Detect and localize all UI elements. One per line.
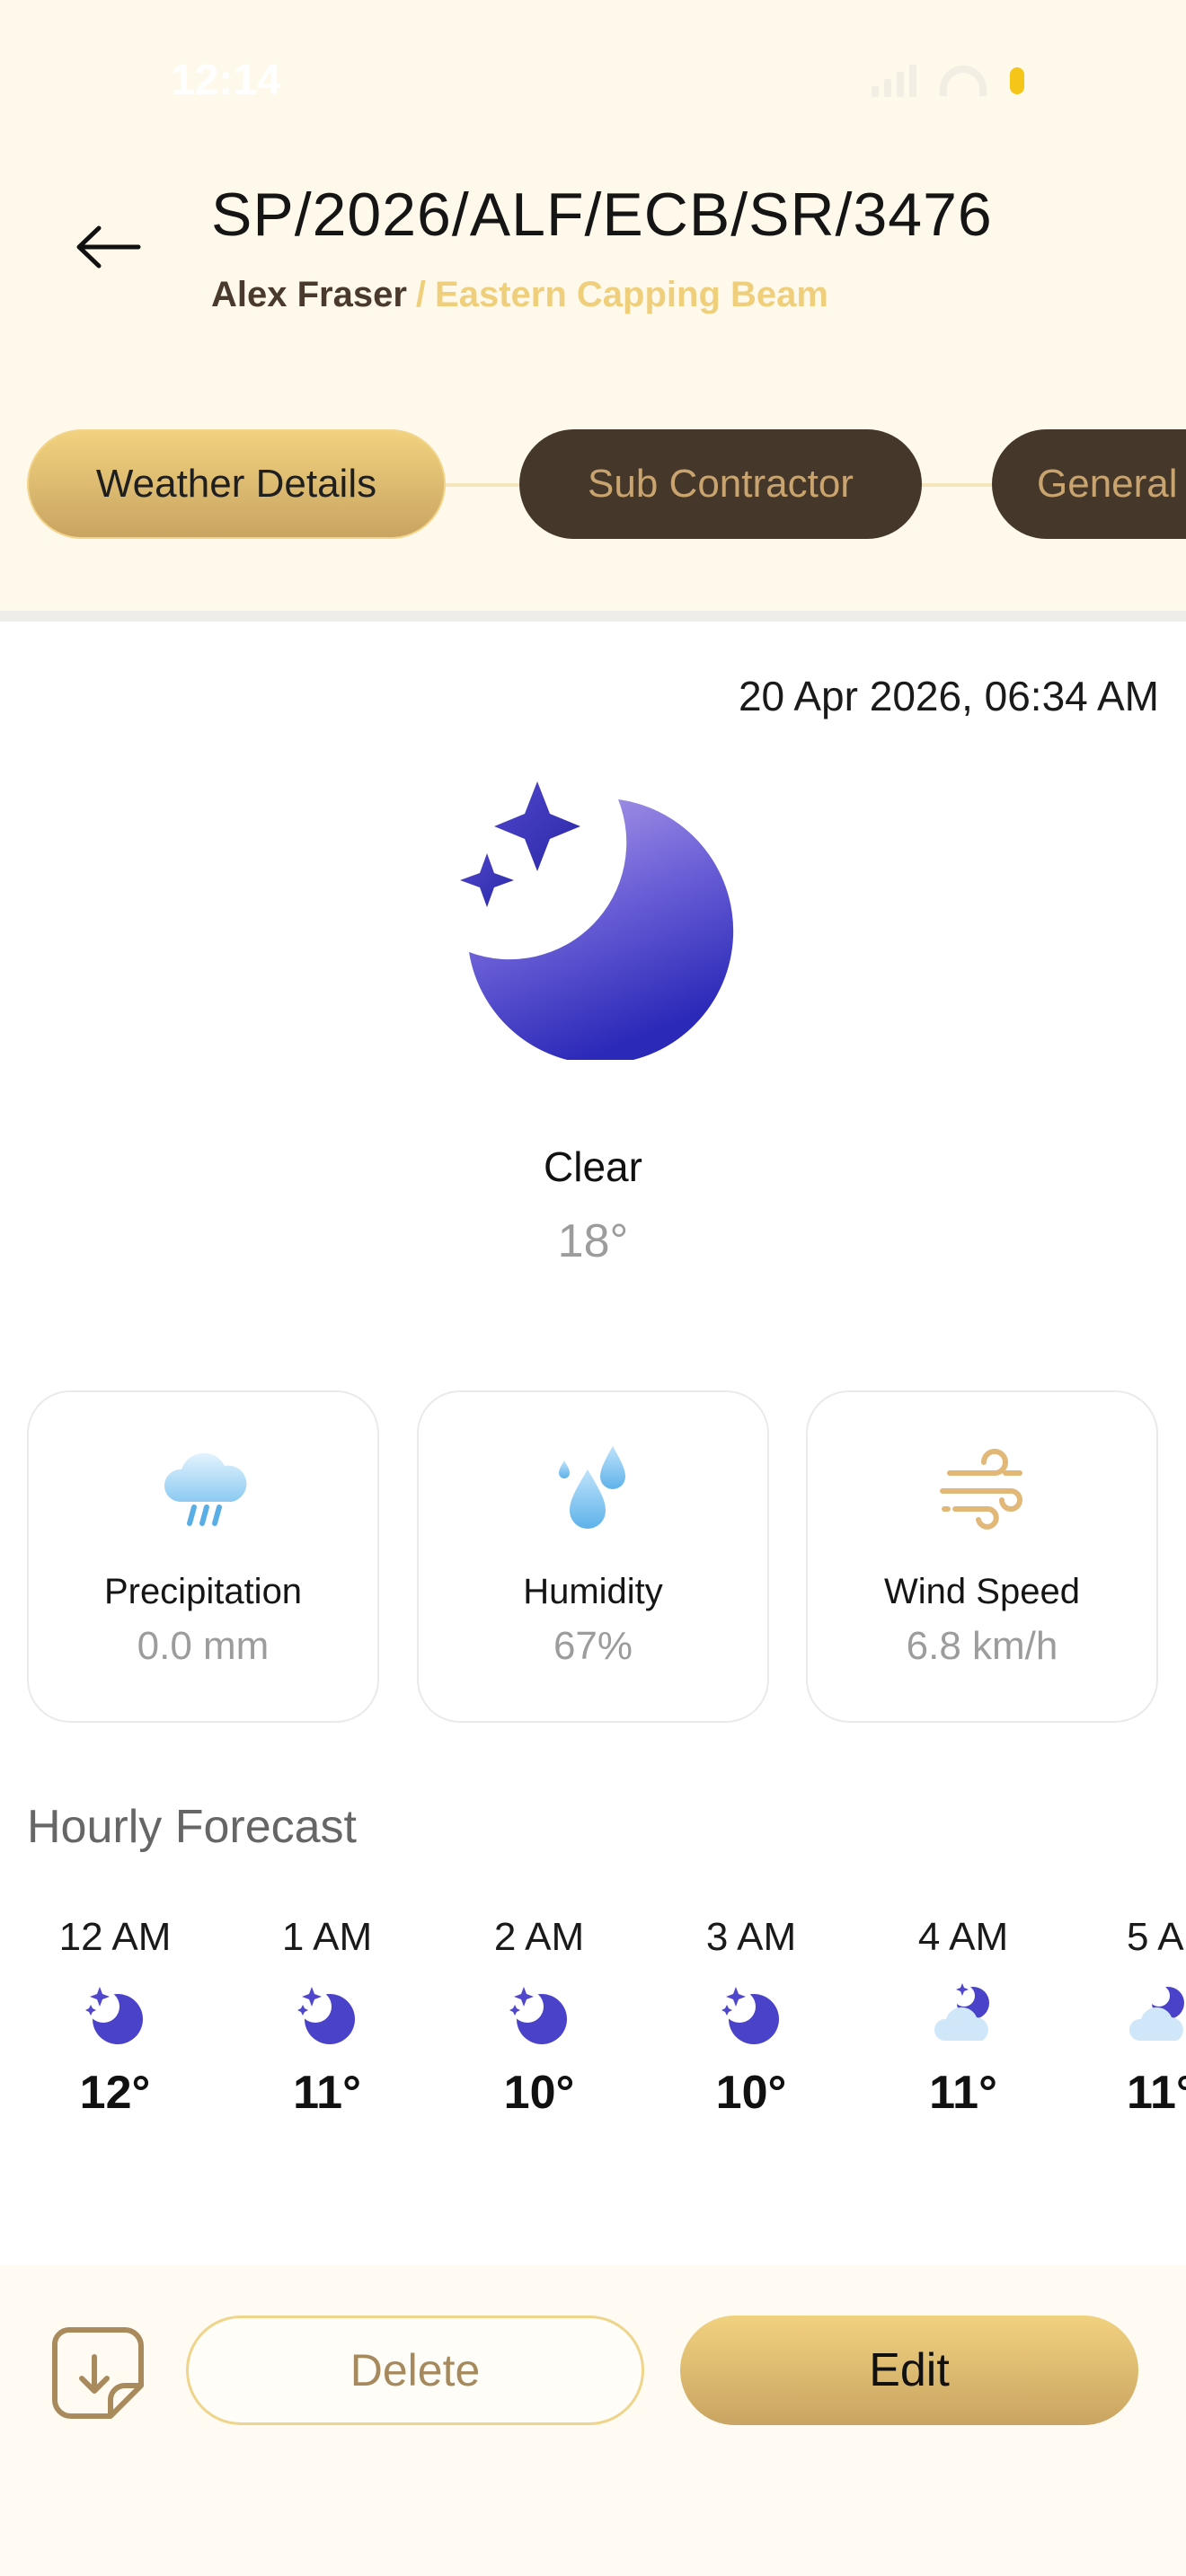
- clear-night-icon: [460, 781, 734, 1060]
- delete-button[interactable]: Delete: [186, 2316, 644, 2425]
- step-connector: [922, 483, 992, 487]
- tab-label: Weather Details: [95, 462, 377, 506]
- divider: [0, 611, 1186, 622]
- status-time: 12:14: [171, 57, 281, 104]
- step-tabs: Weather Details Sub Contractor General: [0, 429, 1186, 541]
- tab-label: Sub Contractor: [588, 462, 854, 506]
- hourly-item: 3 AM 10°: [661, 1915, 841, 2120]
- current-temperature: 18°: [557, 1215, 629, 1267]
- clear-night-icon: [509, 1987, 567, 2044]
- tab-weather-details[interactable]: Weather Details: [27, 429, 446, 539]
- metric-value: 6.8 km/h: [906, 1624, 1058, 1668]
- clear-night-icon: [297, 1987, 355, 2044]
- hourly-forecast-list: 12 AM 12° 1 AM 11° 2 AM 10° 3 AM 10° 4 A…: [0, 1915, 1186, 2184]
- hour-temp: 12°: [79, 2067, 151, 2119]
- hour-time: 2 AM: [493, 1915, 585, 1959]
- tab-label: General: [1037, 462, 1178, 506]
- signal-icon: [872, 65, 916, 97]
- metric-label: Wind Speed: [884, 1572, 1080, 1611]
- back-button[interactable]: [72, 216, 144, 278]
- tab-general[interactable]: General: [992, 429, 1186, 539]
- wifi-icon: [940, 66, 987, 96]
- user-name: Alex Fraser: [211, 275, 407, 314]
- weather-datetime: 20 Apr 2026, 06:34 AM: [738, 673, 1159, 719]
- battery-icon: [1010, 67, 1024, 94]
- humidity-card: Humidity 67%: [417, 1390, 769, 1723]
- droplets-icon: [559, 1446, 625, 1529]
- partly-cloudy-night-icon: [934, 1983, 989, 2041]
- hour-temp: 11°: [293, 2067, 361, 2119]
- metric-value: 0.0 mm: [137, 1624, 270, 1668]
- site-name: Eastern Capping Beam: [435, 275, 828, 314]
- hour-time: 4 AM: [917, 1915, 1009, 1959]
- hour-time: 5 AM: [1127, 1915, 1186, 1959]
- clear-night-icon: [721, 1987, 779, 2044]
- precipitation-card: Precipitation 0.0 mm: [27, 1390, 379, 1723]
- partly-cloudy-night-icon: [1128, 1985, 1184, 2041]
- hour-temp: 11°: [1127, 2067, 1186, 2119]
- tab-sub-contractor[interactable]: Sub Contractor: [519, 429, 922, 539]
- metric-label: Humidity: [523, 1572, 663, 1611]
- action-bar: Delete Edit: [0, 2265, 1186, 2576]
- page-title: SP/2026/ALF/ECB/SR/3476: [211, 181, 993, 249]
- step-connector: [446, 483, 519, 487]
- hourly-item: 4 AM 11°: [873, 1915, 1053, 2120]
- hourly-item: 2 AM 10°: [449, 1915, 629, 2120]
- breadcrumb-separator: /: [415, 275, 427, 314]
- status-bar: 12:14: [0, 0, 1186, 135]
- hour-temp: 10°: [715, 2067, 787, 2119]
- header-area: 12:14 SP/2026/ALF/ECB/SR/3476 Alex Frase…: [0, 0, 1186, 611]
- hour-time: 12 AM: [58, 1915, 172, 1959]
- status-icons: [872, 65, 1024, 97]
- clear-night-icon: [85, 1987, 143, 2044]
- metric-label: Precipitation: [103, 1572, 303, 1611]
- metric-value: 67%: [553, 1624, 633, 1668]
- arrow-left-icon: [76, 225, 141, 269]
- hour-time: 1 AM: [281, 1915, 373, 1959]
- weather-details-panel: 20 Apr 2026, 06:34 AM Clear 18° Precipit…: [0, 622, 1186, 2265]
- weather-condition: Clear: [544, 1143, 642, 1190]
- download-document-icon: [52, 2327, 144, 2419]
- hourly-item: 5 AM 11°: [1049, 1915, 1186, 2120]
- hour-temp: 10°: [503, 2067, 575, 2119]
- rain-cloud-icon: [164, 1452, 247, 1526]
- wind-speed-card: Wind Speed 6.8 km/h: [806, 1390, 1158, 1723]
- edit-button[interactable]: Edit: [680, 2316, 1138, 2425]
- save-draft-button[interactable]: [49, 2325, 148, 2423]
- hourly-item: 12 AM 12°: [25, 1915, 205, 2120]
- hourly-item: 1 AM 11°: [237, 1915, 417, 2120]
- hour-time: 3 AM: [705, 1915, 797, 1959]
- wind-icon: [940, 1449, 1022, 1530]
- hourly-forecast-title: Hourly Forecast: [27, 1801, 357, 1853]
- breadcrumb: Alex Fraser / Eastern Capping Beam: [211, 275, 828, 315]
- hour-temp: 11°: [929, 2067, 997, 2119]
